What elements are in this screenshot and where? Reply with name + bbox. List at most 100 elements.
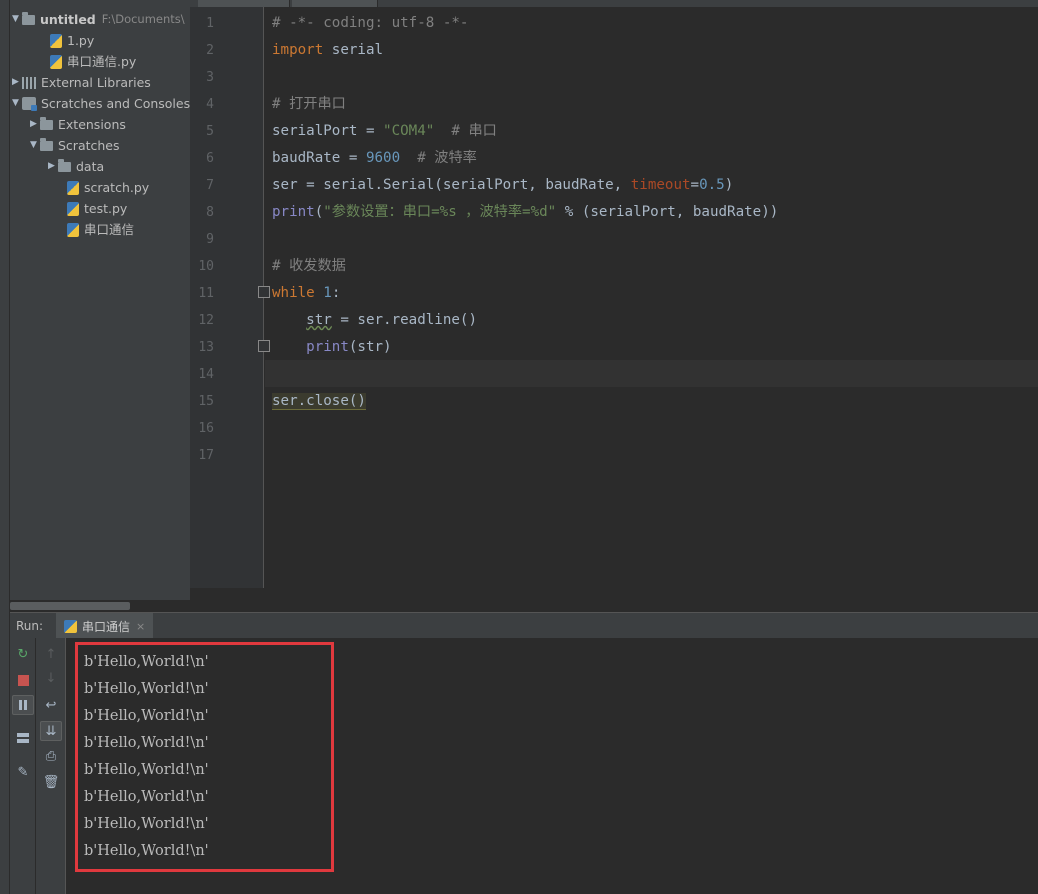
stop-icon[interactable]: [12, 670, 34, 690]
code-line-4: # 打开串口: [272, 96, 346, 112]
run-panel-header: Run: 串口通信 ×: [10, 612, 1038, 639]
tree-item-serial-scratch[interactable]: 串口通信: [67, 219, 134, 240]
tree-item-label: 串口通信: [84, 222, 135, 237]
line-number: 2: [206, 43, 214, 58]
print-icon[interactable]: ⎙: [40, 746, 62, 766]
python-file-icon: [50, 33, 62, 48]
editor-tab-1py[interactable]: [292, 0, 378, 7]
code-line-2: import serial: [272, 42, 384, 58]
collapse-arrow-icon[interactable]: ▶: [48, 156, 58, 177]
tree-item-scratches[interactable]: ▼ Scratches: [30, 135, 120, 156]
code-line-7: ser = serial.Serial(serialPort, baudRate…: [272, 177, 734, 193]
fold-end-icon[interactable]: [258, 340, 270, 352]
scratches-icon: [22, 97, 37, 111]
expand-arrow-icon[interactable]: ▼: [12, 93, 22, 114]
line-number: 14: [198, 367, 214, 382]
up-arrow-icon[interactable]: ↑: [40, 644, 62, 664]
code-line-8: print("参数设置：串口=%s ，波特率=%d" % (serialPort…: [272, 204, 779, 220]
python-file-icon: [67, 180, 79, 195]
code-line-15: ser.close(): [272, 393, 366, 410]
line-number: 9: [206, 232, 214, 247]
close-icon[interactable]: ×: [136, 620, 145, 633]
run-tab-serial[interactable]: 串口通信 ×: [56, 613, 154, 639]
tree-root-untitled[interactable]: ▼ untitled F:\Documents\: [12, 9, 185, 30]
soft-wrap-icon[interactable]: ↩: [40, 695, 62, 715]
line-number: 16: [198, 421, 214, 436]
favorites-tool-tab[interactable]: [0, 800, 10, 880]
tree-item-label: 串口通信.py: [67, 54, 137, 69]
libraries-icon: [22, 76, 36, 89]
annotation-highlight-box: [75, 642, 334, 872]
code-line-6: baudRate = 9600 # 波特率: [272, 150, 477, 166]
project-tree: ▼ untitled F:\Documents\ 1.py 串口通信.py ▶ …: [10, 0, 190, 600]
code-line-13: print(str): [306, 339, 392, 355]
collapse-arrow-icon[interactable]: ▶: [12, 72, 22, 93]
line-number-gutter: 1 2 3 4 5 6 7 8 9 10 11 12 13 14 15 16 1…: [190, 7, 264, 588]
line-number: 7: [206, 178, 214, 193]
run-tab-label: 串口通信: [82, 619, 131, 634]
tree-item-label: test.py: [84, 201, 128, 216]
tree-item-data[interactable]: ▶ data: [48, 156, 104, 177]
run-toolbar-primary: ↻ ✎: [10, 638, 36, 894]
tree-item-scratches-consoles[interactable]: ▼ Scratches and Consoles: [12, 93, 190, 114]
run-label: Run:: [16, 619, 44, 633]
tree-item-test-py[interactable]: test.py: [67, 198, 127, 219]
code-line-5: serialPort = "COM4" # 串口: [272, 123, 497, 139]
python-file-icon: [67, 222, 79, 237]
line-number: 15: [198, 394, 214, 409]
line-number: 12: [198, 313, 214, 328]
code-line-10: # 收发数据: [272, 258, 346, 274]
expand-arrow-icon[interactable]: ▼: [12, 9, 22, 30]
folder-icon: [58, 158, 71, 172]
editor-tab-serial[interactable]: [198, 0, 290, 7]
code-line-12: str = ser.readline(): [306, 312, 478, 328]
pause-icon[interactable]: [12, 695, 34, 715]
tree-item-label: data: [76, 159, 105, 174]
expand-arrow-icon[interactable]: ▼: [30, 135, 40, 156]
tree-item-serial-py[interactable]: 串口通信.py: [50, 51, 136, 72]
scroll-to-end-icon[interactable]: ⇊: [40, 721, 62, 741]
project-tool-tab[interactable]: [0, 4, 10, 64]
rerun-icon[interactable]: ↻: [12, 644, 34, 664]
down-arrow-icon[interactable]: ↓: [40, 668, 62, 688]
tree-item-label: Extensions: [58, 117, 126, 132]
code-editor[interactable]: 1 2 3 4 5 6 7 8 9 10 11 12 13 14 15 16 1…: [190, 0, 1038, 588]
python-file-icon: [64, 619, 77, 633]
code-line-1: # -*- coding: utf-8 -*-: [272, 15, 469, 31]
tree-item-label: scratch.py: [84, 180, 150, 195]
fold-collapse-icon[interactable]: [258, 286, 270, 298]
tree-item-external-libraries[interactable]: ▶ External Libraries: [12, 72, 151, 93]
tree-item-label: Scratches and Consoles: [41, 96, 190, 111]
project-root-name: untitled: [40, 12, 96, 27]
tree-item-label: Scratches: [58, 138, 120, 153]
tree-item-label: 1.py: [67, 33, 95, 48]
code-line-11: while 1:: [272, 285, 341, 301]
line-number: 8: [206, 205, 214, 220]
python-file-icon: [67, 201, 79, 216]
project-root-path: F:\Documents\: [101, 12, 185, 26]
line-number: 10: [198, 259, 214, 274]
collapse-arrow-icon[interactable]: ▶: [30, 114, 40, 135]
structure-tool-tab[interactable]: [0, 700, 10, 780]
line-number: 4: [206, 97, 214, 112]
line-number: 1: [206, 16, 214, 31]
tree-item-extensions[interactable]: ▶ Extensions: [30, 114, 126, 135]
trash-icon[interactable]: 🗑: [40, 772, 62, 792]
line-number: 11: [198, 286, 214, 301]
pin-icon[interactable]: ✎: [12, 762, 34, 782]
folder-icon: [40, 137, 53, 151]
line-number: 13: [198, 340, 214, 355]
folder-icon: [40, 116, 53, 130]
python-file-icon: [50, 54, 62, 69]
project-horizontal-scrollbar[interactable]: [10, 602, 130, 610]
layout-icon[interactable]: [12, 728, 34, 748]
tree-item-1py[interactable]: 1.py: [50, 30, 94, 51]
line-number: 6: [206, 151, 214, 166]
run-toolbar-secondary: ↑ ↓ ↩ ⇊ ⎙ 🗑: [36, 638, 66, 894]
current-line-highlight: [265, 360, 1038, 387]
tree-item-scratch-py[interactable]: scratch.py: [67, 177, 149, 198]
line-number: 5: [206, 124, 214, 139]
folder-icon: [22, 11, 35, 25]
editor-bottom-area: [190, 588, 1038, 612]
line-number: 17: [198, 448, 214, 463]
